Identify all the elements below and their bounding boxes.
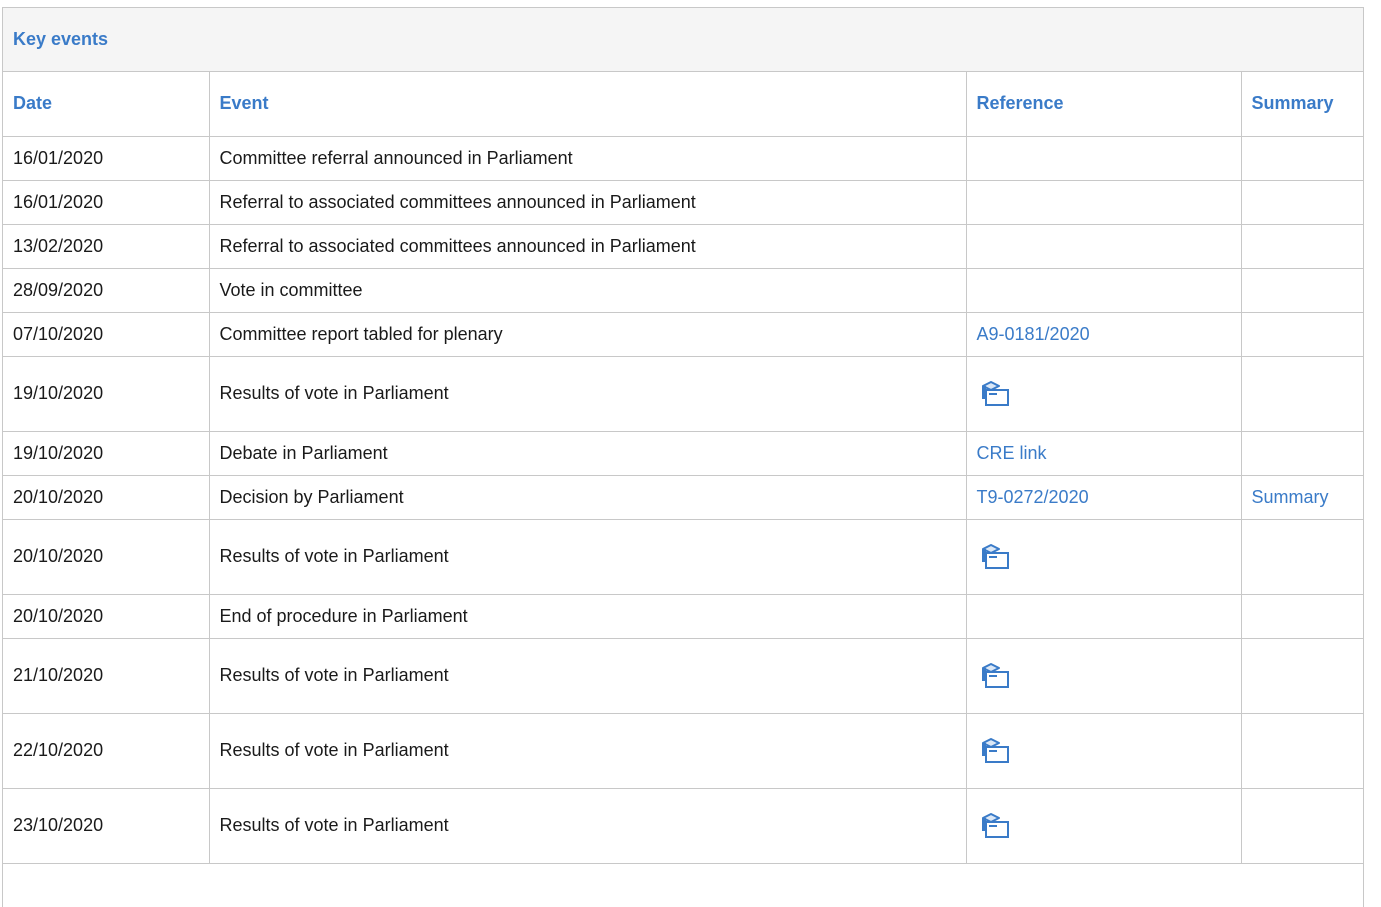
column-header-reference: Reference <box>966 72 1242 137</box>
cell-summary <box>1241 356 1363 432</box>
table-row: 22/10/2020 Results of vote in Parliament <box>3 713 1363 789</box>
cell-summary: Summary <box>1241 475 1363 520</box>
cell-date: 16/01/2020 <box>3 136 210 181</box>
vote-result-icon[interactable] <box>977 541 1013 573</box>
cell-date: 22/10/2020 <box>3 713 210 789</box>
cell-date: 20/10/2020 <box>3 475 210 520</box>
cell-reference: CRE link <box>966 431 1242 476</box>
key-events-table: Date Event Reference Summary 16/01/2020 C… <box>3 72 1363 864</box>
cell-event: Referral to associated committees announ… <box>209 224 967 269</box>
reference-link[interactable]: T9-0272/2020 <box>977 487 1089 507</box>
table-row: 16/01/2020 Referral to associated committ… <box>3 180 1363 225</box>
table-header-row: Date Event Reference Summary <box>3 72 1363 137</box>
cell-reference <box>966 713 1242 789</box>
cell-event: Results of vote in Parliament <box>209 638 967 714</box>
cell-date: 21/10/2020 <box>3 638 210 714</box>
reference-link[interactable]: A9-0181/2020 <box>977 324 1090 344</box>
cell-date: 07/10/2020 <box>3 312 210 357</box>
cell-summary <box>1241 638 1363 714</box>
table-row: 07/10/2020 Committee report tabled for pl… <box>3 312 1363 357</box>
table-row: 23/10/2020 Results of vote in Parliament <box>3 788 1363 864</box>
cell-date: 28/09/2020 <box>3 268 210 313</box>
cell-date: 19/10/2020 <box>3 356 210 432</box>
cell-date: 20/10/2020 <box>3 519 210 595</box>
cell-reference <box>966 268 1242 313</box>
cell-date: 13/02/2020 <box>3 224 210 269</box>
table-row: 16/01/2020 Committee referral announced i… <box>3 136 1363 181</box>
cell-reference <box>966 224 1242 269</box>
panel-title: Key events <box>3 8 1363 72</box>
key-events-panel: Key events Date Event Reference Summary … <box>2 7 1364 907</box>
column-header-summary: Summary <box>1241 72 1363 137</box>
cell-summary <box>1241 268 1363 313</box>
cell-event: Results of vote in Parliament <box>209 713 967 789</box>
cell-event: Referral to associated committees announ… <box>209 180 967 225</box>
cell-summary <box>1241 594 1363 639</box>
cell-reference <box>966 788 1242 864</box>
reference-link[interactable]: CRE link <box>977 443 1047 463</box>
cell-date: 16/01/2020 <box>3 180 210 225</box>
cell-reference <box>966 136 1242 181</box>
cell-reference <box>966 180 1242 225</box>
table-row: 13/02/2020 Referral to associated committ… <box>3 224 1363 269</box>
cell-event: Committee report tabled for plenary <box>209 312 967 357</box>
cell-summary <box>1241 136 1363 181</box>
cell-summary <box>1241 224 1363 269</box>
table-row: 20/10/2020 Results of vote in Parliament <box>3 519 1363 595</box>
cell-event: Vote in committee <box>209 268 967 313</box>
cell-date: 20/10/2020 <box>3 594 210 639</box>
cell-event: End of procedure in Parliament <box>209 594 967 639</box>
cell-reference <box>966 638 1242 714</box>
cell-event: Decision by Parliament <box>209 475 967 520</box>
cell-event: Results of vote in Parliament <box>209 356 967 432</box>
table-body: 16/01/2020 Committee referral announced i… <box>3 136 1363 864</box>
cell-reference: T9-0272/2020 <box>966 475 1242 520</box>
cell-reference <box>966 519 1242 595</box>
cell-date: 19/10/2020 <box>3 431 210 476</box>
summary-link[interactable]: Summary <box>1252 487 1329 507</box>
cell-summary <box>1241 788 1363 864</box>
cell-reference: A9-0181/2020 <box>966 312 1242 357</box>
vote-result-icon[interactable] <box>977 378 1013 410</box>
vote-result-icon[interactable] <box>977 810 1013 842</box>
table-row: 20/10/2020 Decision by Parliament T9-0272/… <box>3 475 1363 520</box>
cell-date: 23/10/2020 <box>3 788 210 864</box>
cell-reference <box>966 356 1242 432</box>
vote-result-icon[interactable] <box>977 735 1013 767</box>
table-row: 20/10/2020 End of procedure in Parliament <box>3 594 1363 639</box>
cell-summary <box>1241 312 1363 357</box>
cell-summary <box>1241 519 1363 595</box>
column-header-date: Date <box>3 72 210 137</box>
cell-event: Debate in Parliament <box>209 431 967 476</box>
table-row: 19/10/2020 Debate in Parliament CRE link <box>3 431 1363 476</box>
cell-event: Committee referral announced in Parliame… <box>209 136 967 181</box>
column-header-event: Event <box>209 72 967 137</box>
vote-result-icon[interactable] <box>977 660 1013 692</box>
cell-summary <box>1241 180 1363 225</box>
cell-event: Results of vote in Parliament <box>209 788 967 864</box>
table-row: 28/09/2020 Vote in committee <box>3 268 1363 313</box>
cell-reference <box>966 594 1242 639</box>
table-row: 21/10/2020 Results of vote in Parliament <box>3 638 1363 714</box>
table-row: 19/10/2020 Results of vote in Parliament <box>3 356 1363 432</box>
cell-summary <box>1241 431 1363 476</box>
cell-event: Results of vote in Parliament <box>209 519 967 595</box>
cell-summary <box>1241 713 1363 789</box>
